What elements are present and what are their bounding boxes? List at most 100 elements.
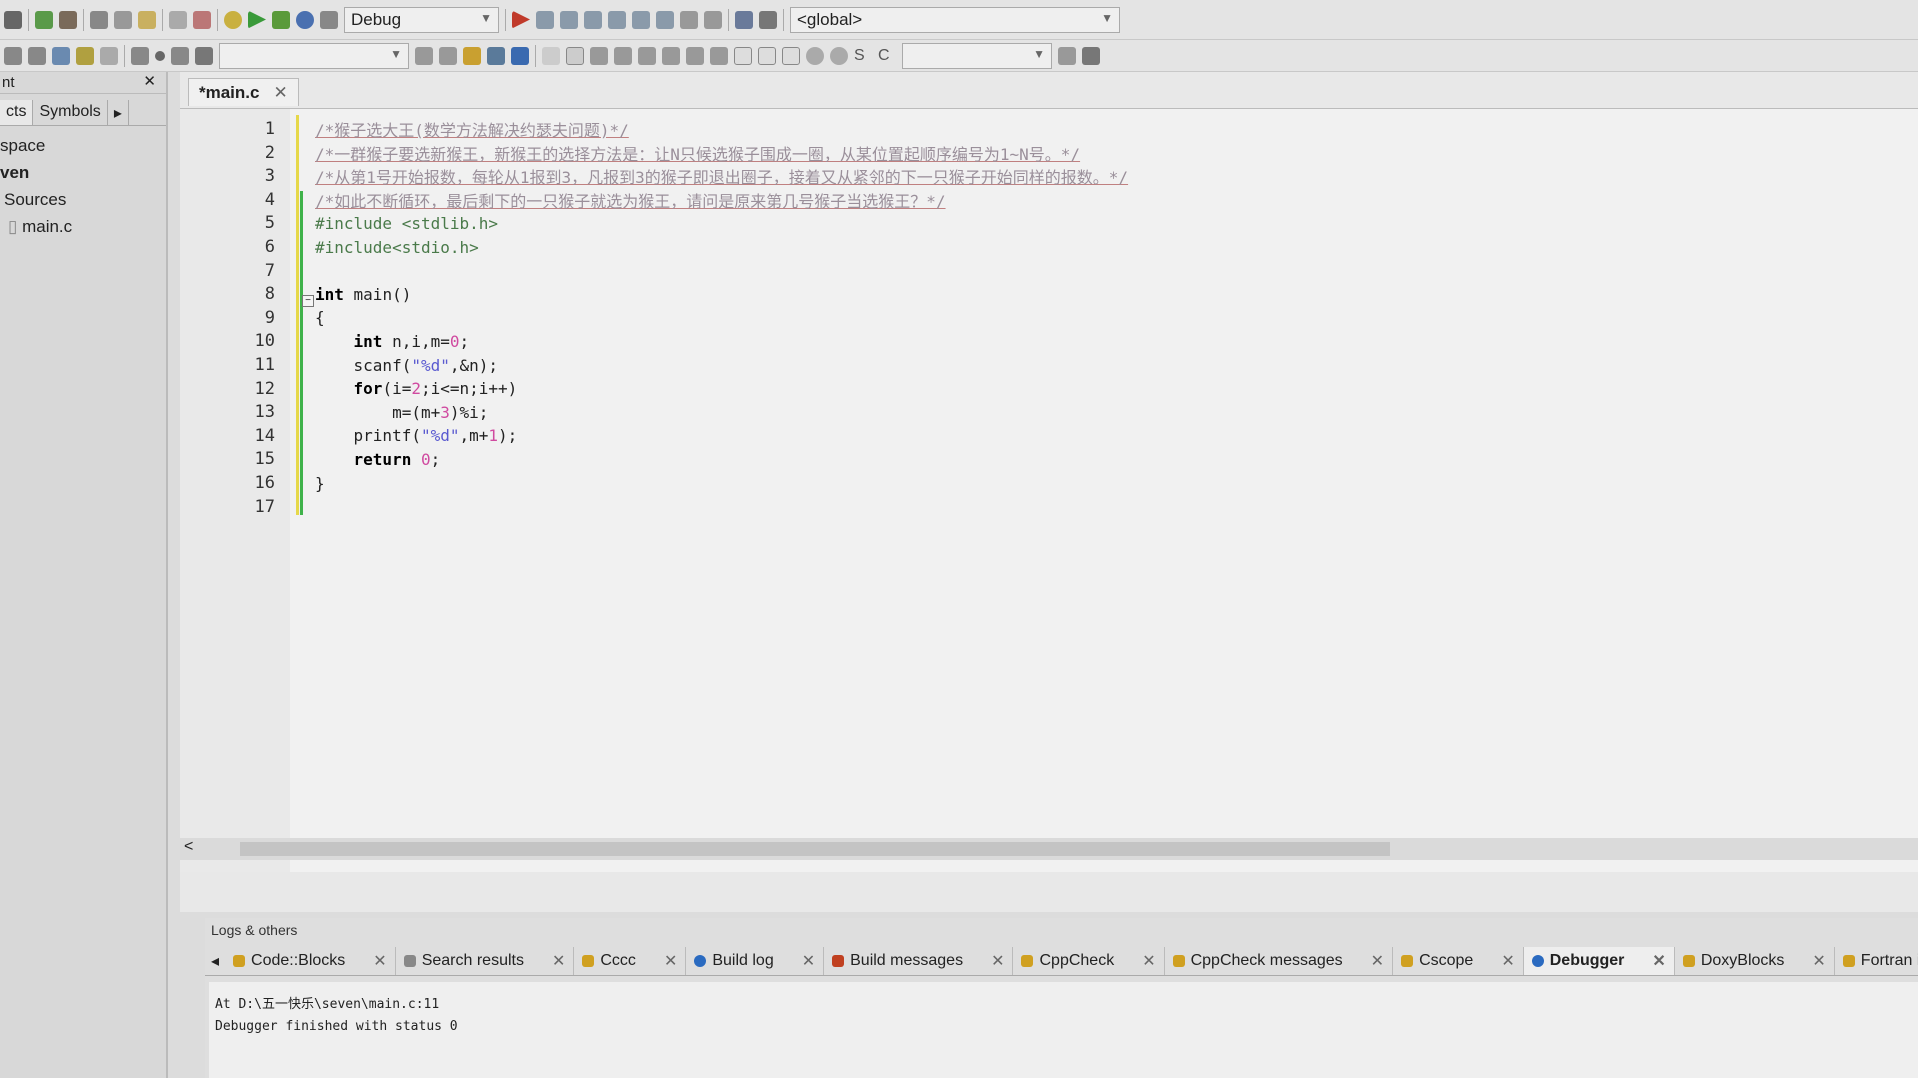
- log-tab[interactable]: Debugger ✕: [1523, 946, 1675, 975]
- code-line[interactable]: 2 /*一群猴子要选新猴王，新猴王的选择方法是：让N只候选猴子围成一圈，从某位置起…: [180, 141, 1080, 165]
- match-icon[interactable]: [511, 46, 529, 65]
- tab-projects[interactable]: cts: [0, 100, 34, 125]
- run-to-cursor-icon[interactable]: [536, 10, 554, 29]
- shape-icon[interactable]: [638, 46, 656, 65]
- debug-info-icon[interactable]: [759, 10, 777, 29]
- scope-select[interactable]: <global> ▼: [790, 6, 1120, 33]
- tab-main-c[interactable]: *main.c ✕: [188, 78, 299, 106]
- log-tab[interactable]: Cccc ✕: [574, 946, 687, 975]
- code-line[interactable]: 12 for(i=2;i<=n;i++): [180, 377, 518, 401]
- run-icon[interactable]: [248, 10, 266, 29]
- tree-file-main[interactable]: ▯ main.c: [0, 213, 166, 240]
- close-tab-icon[interactable]: ✕: [1652, 951, 1665, 971]
- wrench-icon[interactable]: [100, 46, 118, 65]
- code-line[interactable]: 1 /*猴子选大王(数学方法解决约瑟夫问题)*/: [180, 117, 629, 141]
- close-tab-icon[interactable]: ✕: [373, 951, 386, 971]
- code-line[interactable]: 3 /*从第1号开始报数，每轮从1报到3，凡报到3的猴子即退出圈子，接着又从紧邻的…: [180, 164, 1128, 188]
- tabs-scroll-left-icon[interactable]: ◂: [205, 951, 225, 971]
- block-icon[interactable]: [590, 46, 608, 65]
- toggle-bookmark-icon[interactable]: [52, 46, 70, 65]
- scroll-left-icon[interactable]: <: [184, 838, 193, 856]
- code-line[interactable]: 9{: [180, 306, 325, 330]
- log-tab[interactable]: CppCheck messages ✕: [1165, 946, 1394, 975]
- tabs-scroll-right-icon[interactable]: ▸: [108, 100, 129, 125]
- code-line[interactable]: 15 return 0;: [180, 447, 441, 471]
- close-tab-icon[interactable]: ✕: [664, 951, 677, 971]
- block2-icon[interactable]: [614, 46, 632, 65]
- prev-bookmark-icon[interactable]: [131, 46, 149, 65]
- abort-icon[interactable]: [320, 10, 338, 29]
- next-bookmark-icon[interactable]: [171, 46, 189, 65]
- c-icon[interactable]: C: [878, 47, 896, 65]
- step-into-icon[interactable]: [584, 10, 602, 29]
- bookmark-dot-icon[interactable]: [155, 50, 165, 61]
- debug-start-icon[interactable]: [512, 10, 530, 29]
- close-icon[interactable]: ✕: [143, 72, 156, 90]
- code-line[interactable]: 4 /*如此不断循环，最后剩下的一只猴子就选为猴王，请问是原来第几号猴子当选猴王？…: [180, 188, 946, 212]
- close-tab-icon[interactable]: ✕: [273, 83, 287, 102]
- build-run-icon[interactable]: [272, 10, 290, 29]
- code-line[interactable]: 17: [180, 495, 315, 519]
- code-line[interactable]: 8 int main(): [180, 282, 412, 306]
- tab-symbols[interactable]: Symbols: [33, 100, 108, 125]
- rect2-icon[interactable]: [758, 46, 776, 65]
- scroll-thumb[interactable]: [240, 842, 1390, 856]
- frame-icon[interactable]: [566, 46, 584, 65]
- log-tab[interactable]: Cscope ✕: [1393, 946, 1524, 975]
- code-editor[interactable]: − 1/*猴子选大王(数学方法解决约瑟夫问题)*/2/*一群猴子要选新猴王，新猴…: [180, 108, 1918, 872]
- close-tab-icon[interactable]: ✕: [1371, 951, 1384, 971]
- find-symbol-icon[interactable]: [1058, 46, 1076, 65]
- close-tab-icon[interactable]: ✕: [991, 951, 1004, 971]
- code-line[interactable]: 5 #include <stdlib.h>: [180, 211, 498, 235]
- shape3-icon[interactable]: [686, 46, 704, 65]
- tree-workspace[interactable]: space: [0, 132, 166, 159]
- log-tab[interactable]: Fortran inf✕: [1835, 947, 1918, 975]
- copy-icon[interactable]: [114, 10, 132, 29]
- find-icon[interactable]: [169, 10, 187, 29]
- comment-icon[interactable]: [4, 46, 22, 65]
- log-tab[interactable]: Search results ✕: [396, 946, 575, 975]
- save-all-icon[interactable]: [4, 10, 22, 29]
- pointer-icon[interactable]: [542, 46, 560, 65]
- code-line[interactable]: 13 m=(m+3)%i;: [180, 400, 489, 424]
- code-line[interactable]: 16}: [180, 471, 325, 495]
- step-instruction-icon[interactable]: [656, 10, 674, 29]
- next-line-icon[interactable]: [560, 10, 578, 29]
- rect-icon[interactable]: [734, 46, 752, 65]
- code-line[interactable]: 14 printf("%d",m+1);: [180, 424, 518, 448]
- search-combo[interactable]: ▼: [219, 42, 409, 69]
- paste-icon[interactable]: [138, 10, 156, 29]
- close-tab-icon[interactable]: ✕: [1142, 951, 1155, 971]
- highlight-icon[interactable]: [463, 46, 481, 65]
- shape2-icon[interactable]: [662, 46, 680, 65]
- undo-icon[interactable]: [35, 10, 53, 29]
- code-line[interactable]: 6 #include<stdio.h>: [180, 235, 479, 259]
- step-out-icon[interactable]: [608, 10, 626, 29]
- select-icon[interactable]: [487, 46, 505, 65]
- log-tab[interactable]: Build log ✕: [686, 946, 825, 975]
- stop-debug-icon[interactable]: [704, 10, 722, 29]
- pause-icon[interactable]: [680, 10, 698, 29]
- build-icon[interactable]: [224, 10, 242, 29]
- rect3-icon[interactable]: [782, 46, 800, 65]
- tree-project[interactable]: ven: [0, 159, 166, 186]
- settings-icon[interactable]: [1082, 46, 1100, 65]
- close-tab-icon[interactable]: ✕: [552, 951, 565, 971]
- close-tab-icon[interactable]: ✕: [802, 951, 815, 971]
- log-tab[interactable]: CppCheck ✕: [1013, 946, 1165, 975]
- build-target-select[interactable]: Debug ▼: [344, 6, 499, 33]
- replace-icon[interactable]: [193, 10, 211, 29]
- bookmark-icon[interactable]: [76, 46, 94, 65]
- redo-icon[interactable]: [59, 10, 77, 29]
- close-tab-icon[interactable]: ✕: [1501, 951, 1514, 971]
- cut-icon[interactable]: [90, 10, 108, 29]
- log-tab[interactable]: DoxyBlocks ✕: [1675, 946, 1835, 975]
- tree-sources[interactable]: Sources: [0, 186, 166, 213]
- code-line[interactable]: 10 int n,i,m=0;: [180, 329, 470, 353]
- zoom-out-icon[interactable]: [830, 46, 848, 65]
- log-tab[interactable]: Build messages ✕: [824, 946, 1014, 975]
- debug-windows-icon[interactable]: [735, 10, 753, 29]
- horizontal-scrollbar[interactable]: <: [180, 838, 1918, 860]
- forward-icon[interactable]: [439, 46, 457, 65]
- code-line[interactable]: 7: [180, 259, 315, 283]
